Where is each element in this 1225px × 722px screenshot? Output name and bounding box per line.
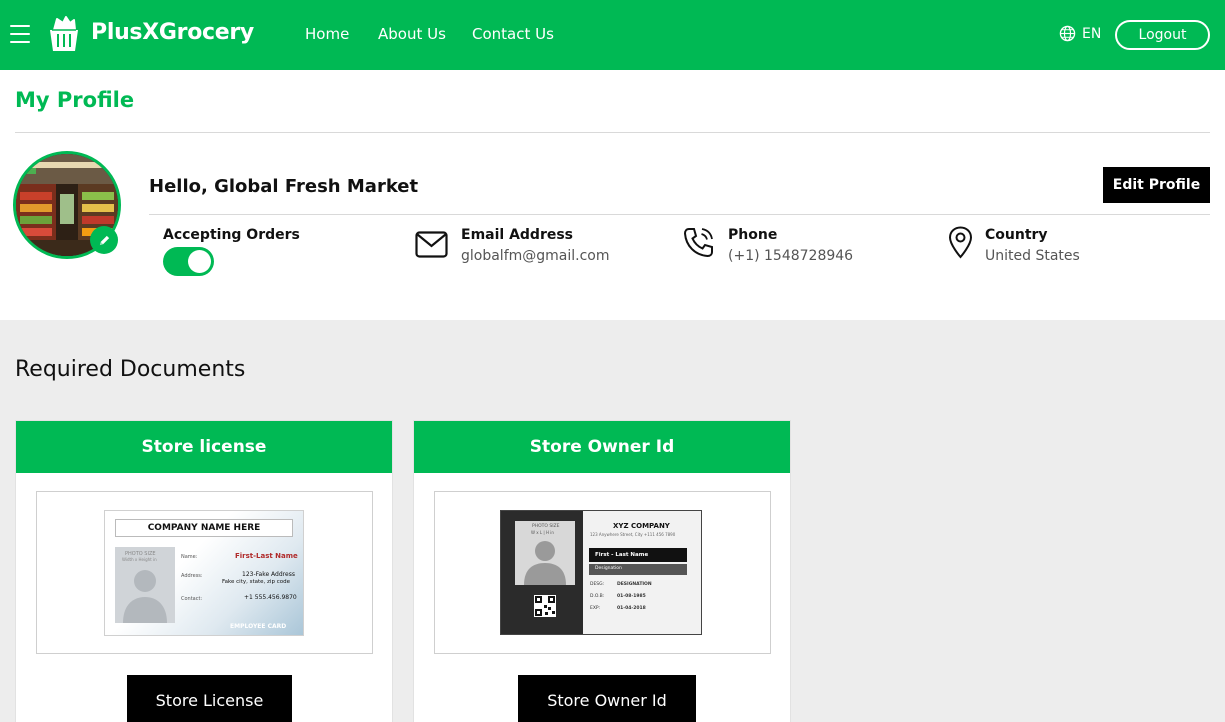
accepting-orders-label: Accepting Orders [163, 227, 300, 243]
card-company-name: COMPANY NAME HERE [147, 523, 261, 533]
country-value: United States [985, 248, 1080, 264]
store-license-image: COMPANY NAME HERE PHOTO SIZE Width x Hei… [104, 510, 304, 636]
owner-card-exp-label: EXP: [590, 606, 601, 611]
document-card-store-license: Store license COMPANY NAME HERE PHOTO SI… [15, 420, 393, 722]
owner-card-name: First - Last Name [595, 552, 649, 558]
avatar-edit-button[interactable] [90, 226, 118, 254]
pencil-icon [99, 235, 109, 245]
language-label: EN [1082, 25, 1102, 42]
person-silhouette-icon [524, 541, 566, 585]
card-footer: EMPLOYEE CARD [230, 623, 287, 630]
card-name-value: First-Last Name [235, 552, 298, 560]
owner-card-dob-value: 01-08-1985 [617, 594, 646, 599]
nav-link-contact[interactable]: Contact Us [472, 25, 554, 43]
country-label: Country [985, 227, 1048, 243]
document-preview-frame[interactable]: PHOTO SIZE W x L | H in XYZ COMPANY 123 … [434, 491, 771, 654]
store-owner-id-image: PHOTO SIZE W x L | H in XYZ COMPANY 123 … [500, 510, 702, 635]
edit-profile-button[interactable]: Edit Profile [1103, 167, 1210, 203]
toggle-knob [188, 250, 211, 273]
document-card-store-owner-id: Store Owner Id PHOTO SIZE W x L | H in X… [413, 420, 791, 722]
photo-size-dims: Width x Height in [122, 557, 157, 562]
phone-label: Phone [728, 227, 778, 243]
owner-card-address: 123 Anywhere Street, City +111 456 7890 [590, 532, 676, 537]
document-card-header: Store Owner Id [414, 421, 790, 473]
owner-card-dob-label: D.O.B: [590, 594, 605, 599]
globe-icon [1059, 25, 1076, 42]
store-license-button[interactable]: Store License [127, 675, 292, 722]
greeting: Hello, Global Fresh Market [149, 176, 419, 197]
owner-card-designation: Designation [595, 566, 622, 571]
email-label: Email Address [461, 227, 574, 243]
owner-card-exp-value: 01-04-2018 [617, 606, 646, 611]
owner-card-desg-label: DESG: [590, 582, 605, 587]
card-address-line2: Fake city, state, zip code [222, 579, 290, 585]
location-pin-icon [948, 226, 973, 259]
phone-icon [683, 228, 713, 258]
photo-size-label: PHOTO SIZE [532, 524, 560, 529]
phone-value: (+1) 1548728946 [728, 248, 854, 264]
owner-card-company: XYZ COMPANY [613, 522, 670, 530]
photo-size-dims: W x L | H in [531, 530, 554, 535]
email-value: globalfm@gmail.com [461, 248, 610, 264]
card-address-label: Address: [181, 573, 203, 579]
store-owner-id-button[interactable]: Store Owner Id [518, 675, 696, 722]
person-silhouette-icon [123, 570, 167, 623]
menu-icon[interactable] [10, 25, 30, 43]
basket-logo-icon [50, 16, 78, 51]
brand-name[interactable]: PlusXGrocery [91, 20, 254, 45]
nav-link-home[interactable]: Home [305, 25, 349, 43]
card-contact-label: Contact: [181, 596, 203, 602]
documents-title: Required Documents [15, 357, 246, 382]
card-address-line1: 123-Fake Address [242, 571, 295, 578]
divider [149, 214, 1210, 215]
card-contact-value: +1 555.456.9870 [244, 594, 297, 601]
divider [15, 132, 1210, 133]
top-navbar: PlusXGrocery Home About Us Contact Us EN… [0, 0, 1225, 70]
page-title: My Profile [15, 88, 135, 112]
document-card-header: Store license [16, 421, 392, 473]
envelope-icon [415, 231, 448, 258]
document-preview-frame[interactable]: COMPANY NAME HERE PHOTO SIZE Width x Hei… [36, 491, 373, 654]
language-selector[interactable]: EN [1059, 25, 1101, 42]
nav-link-about[interactable]: About Us [378, 25, 446, 43]
logout-button[interactable]: Logout [1115, 20, 1210, 50]
accepting-orders-toggle[interactable] [163, 247, 214, 276]
owner-card-desg-value: DESIGNATION [617, 582, 652, 587]
card-name-label: Name: [181, 554, 198, 560]
qr-code-icon [534, 595, 556, 617]
